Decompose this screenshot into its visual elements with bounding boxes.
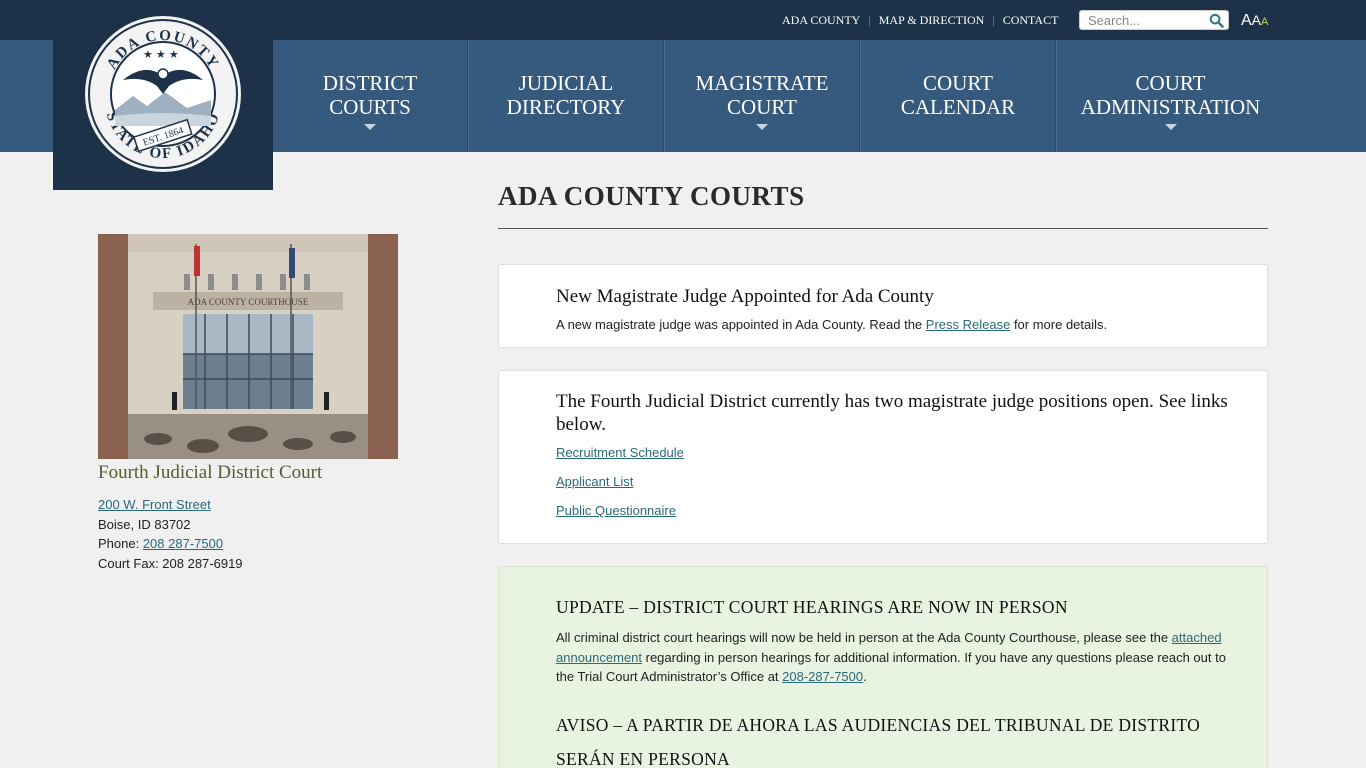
court-address: 200 W. Front Street Boise, ID 83702 Phon… <box>98 495 243 573</box>
search-box <box>1079 10 1229 30</box>
city-state-zip: Boise, ID 83702 <box>98 516 191 532</box>
nav-court-administration[interactable]: COURT ADMINISTRATION <box>1056 40 1284 152</box>
announcement-title: The Fourth Judicial District currently h… <box>556 391 1228 435</box>
utility-links: ADA COUNTY | MAP & DIRECTION | CONTACT <box>782 13 1058 28</box>
divider: | <box>868 13 871 27</box>
public-questionnaire-link[interactable]: Public Questionnaire <box>556 503 1243 518</box>
svg-text:★ ★ ★: ★ ★ ★ <box>143 49 179 61</box>
chevron-down-icon <box>364 124 376 130</box>
nav-label-line2: DIRECTORY <box>506 95 626 119</box>
page-title: ADA COUNTY COURTS <box>498 181 805 211</box>
update-notice-card: UPDATE – DISTRICT COURT HEARINGS ARE NOW… <box>498 566 1268 768</box>
site-logo[interactable]: ADA COUNTY STATE OF IDAHO ★ ★ ★ EST. 186… <box>53 0 273 190</box>
nav-magistrate-court[interactable]: MAGISTRATE COURT <box>664 40 860 152</box>
font-size-small-button[interactable]: A <box>1261 16 1268 28</box>
recruitment-schedule-link[interactable]: Recruitment Schedule <box>556 445 1243 460</box>
font-size-large-button[interactable]: A <box>1241 12 1252 30</box>
nav-label-line2: COURTS <box>329 95 411 119</box>
nav-label-line1: COURT <box>1135 71 1206 95</box>
nav-label-line2: ADMINISTRATION <box>1080 95 1261 119</box>
court-name: Fourth Judicial District Court <box>98 462 323 483</box>
update-text: All criminal district court hearings wil… <box>556 630 1226 684</box>
ada-county-seal-icon: ADA COUNTY STATE OF IDAHO ★ ★ ★ EST. 186… <box>85 16 241 172</box>
street-address-link[interactable]: 200 W. Front Street <box>98 497 211 512</box>
nav-judicial-directory[interactable]: JUDICIAL DIRECTORY <box>468 40 664 152</box>
courthouse-photo: ADA COUNTY COURTHOUSE <box>98 234 398 459</box>
chevron-down-icon <box>1164 124 1177 130</box>
link-ada-county[interactable]: ADA COUNTY <box>782 13 860 28</box>
announcement-card: New Magistrate Judge Appointed for Ada C… <box>498 264 1268 348</box>
link-contact[interactable]: CONTACT <box>1003 13 1059 28</box>
font-size-controls: A A A <box>1241 12 1268 30</box>
search-icon[interactable] <box>1209 13 1224 28</box>
update-title-spanish: AVISO – A PARTIR DE AHORA LAS AUDIENCIAS… <box>556 714 1201 768</box>
press-release-link[interactable]: Press Release <box>926 317 1011 332</box>
nav-label-line1: MAGISTRATE <box>695 71 829 95</box>
chevron-down-icon <box>756 124 768 130</box>
announcement-text: A new magistrate judge was appointed in … <box>556 317 1108 332</box>
phone-label: Phone: <box>98 536 143 551</box>
announcement-title: New Magistrate Judge Appointed for Ada C… <box>556 286 934 307</box>
nav-label-line2: COURT <box>727 95 797 119</box>
divider: | <box>992 13 995 27</box>
title-divider <box>498 228 1268 229</box>
court-fax: Court Fax: 208 287-6919 <box>98 555 243 571</box>
applicant-list-link[interactable]: Applicant List <box>556 474 1243 489</box>
nav-label-line1: COURT <box>923 71 993 95</box>
nav-label-line1: DISTRICT <box>322 71 418 95</box>
font-size-medium-button[interactable]: A <box>1252 12 1261 28</box>
search-input[interactable] <box>1080 11 1204 29</box>
update-title: UPDATE – DISTRICT COURT HEARINGS ARE NOW… <box>556 597 1068 617</box>
announcement-card: The Fourth Judicial District currently h… <box>498 370 1268 544</box>
nav-court-calendar[interactable]: COURT CALENDAR <box>860 40 1056 152</box>
phone-link[interactable]: 208 287-7500 <box>143 536 223 551</box>
tca-phone-link[interactable]: 208-287-7500 <box>782 669 863 684</box>
nav-label-line2: CALENDAR <box>900 95 1016 119</box>
link-map-direction[interactable]: MAP & DIRECTION <box>879 13 985 28</box>
nav-district-courts[interactable]: DISTRICT COURTS <box>273 40 468 152</box>
nav-label-line1: JUDICIAL <box>518 71 614 95</box>
